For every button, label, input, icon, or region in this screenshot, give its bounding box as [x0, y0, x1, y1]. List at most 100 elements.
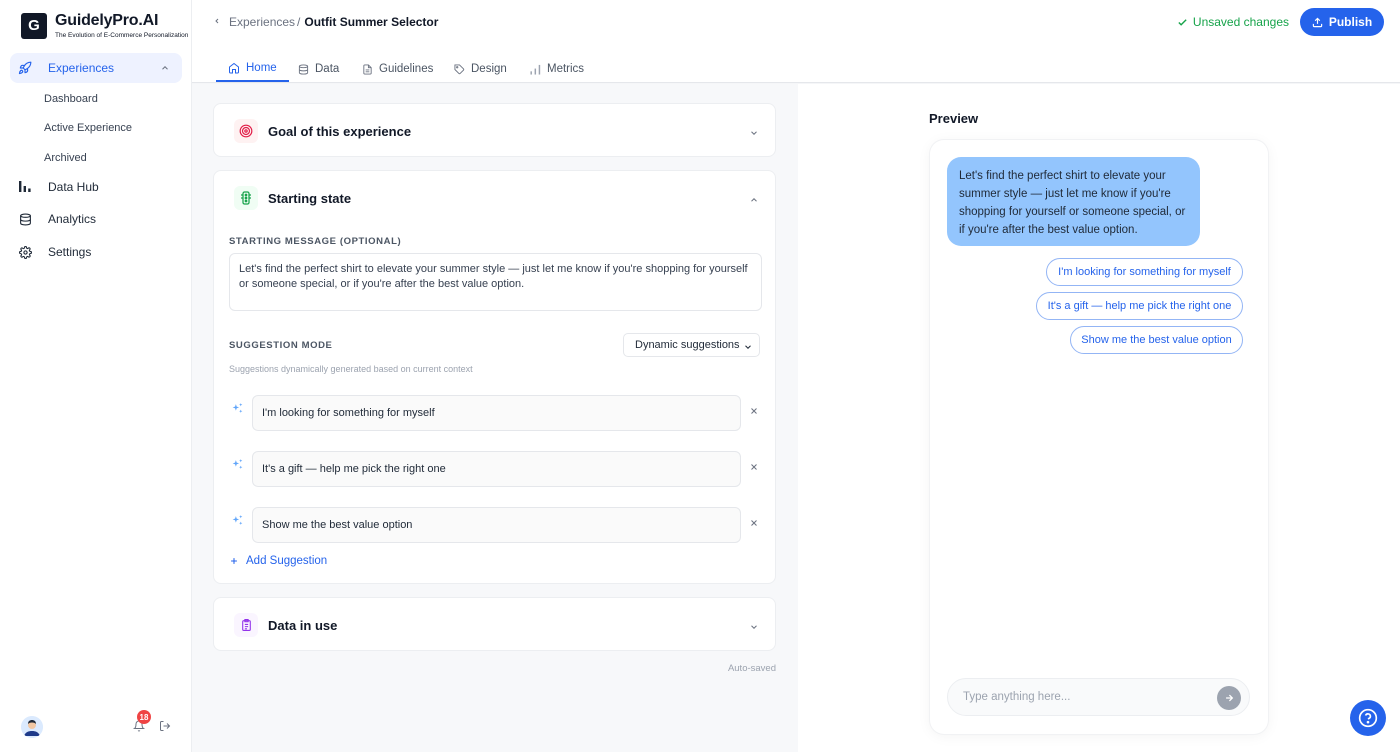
suggestion-chip[interactable]: I'm looking for something for myself — [1046, 258, 1243, 286]
tab-bar: Home Data Guidelines Design Metrics — [192, 44, 1400, 83]
sparkle-icon — [231, 514, 244, 530]
section-title: Goal of this experience — [268, 123, 412, 139]
tab-label: Design — [471, 63, 507, 75]
save-status-text: Unsaved changes — [1192, 15, 1289, 29]
breadcrumb-parent[interactable]: Experiences — [229, 15, 295, 29]
sidebar-item-label: Data Hub — [48, 180, 99, 194]
bar-chart-icon — [18, 180, 32, 194]
suggestion-input[interactable]: Show me the best value option — [252, 507, 741, 543]
page-title: Outfit Summer Selector — [304, 15, 439, 29]
upload-icon — [1312, 17, 1323, 27]
suggestion-input[interactable]: It's a gift — help me pick the right one — [252, 451, 741, 487]
starting-message-label: STARTING MESSAGE (OPTIONAL) — [229, 236, 402, 247]
sidebar-item-experiences[interactable]: Experiences — [10, 53, 182, 83]
chevron-down-icon[interactable] — [749, 126, 759, 141]
publish-button[interactable]: Publish — [1300, 8, 1384, 36]
brand[interactable]: G GuidelyPro.AI The Evolution of E-Comme… — [21, 12, 188, 39]
suggestion-row: I'm looking for something for myself — [229, 395, 769, 431]
avatar[interactable] — [21, 716, 43, 738]
bot-message: Let's find the perfect shirt to elevate … — [947, 157, 1200, 246]
sparkle-icon — [231, 458, 244, 474]
sidebar: G GuidelyPro.AI The Evolution of E-Comme… — [0, 0, 192, 752]
notification-badge: 18 — [137, 710, 151, 724]
tab-metrics[interactable]: Metrics — [530, 56, 584, 82]
publish-label: Publish — [1328, 15, 1373, 29]
brand-tagline: The Evolution of E-Commerce Personalizat… — [55, 32, 189, 39]
document-icon — [363, 63, 372, 75]
tab-design[interactable]: Design — [454, 56, 507, 82]
suggestion-row: Show me the best value option — [229, 507, 769, 543]
chevron-up-icon[interactable] — [160, 62, 170, 76]
sparkle-icon — [231, 402, 244, 418]
close-icon[interactable] — [749, 460, 759, 475]
tab-home[interactable]: Home — [216, 56, 289, 82]
bar-chart-icon — [530, 64, 541, 75]
tab-label: Data — [315, 63, 340, 75]
add-suggestion-label: Add Suggestion — [246, 555, 328, 567]
send-button[interactable] — [1217, 686, 1241, 710]
sidebar-subitem-dashboard[interactable]: Dashboard — [44, 93, 98, 105]
suggestion-chip[interactable]: Show me the best value option — [1070, 326, 1243, 354]
preview-title: Preview — [929, 111, 979, 126]
tab-guidelines[interactable]: Guidelines — [362, 56, 433, 82]
sidebar-item-data-hub[interactable]: Data Hub — [10, 172, 182, 202]
section-starting-state: Starting state STARTING MESSAGE (OPTIONA… — [213, 170, 776, 584]
chevron-left-icon[interactable] — [213, 15, 221, 29]
gear-icon — [18, 245, 32, 259]
sidebar-subitem-archived[interactable]: Archived — [44, 152, 87, 164]
tab-label: Home — [246, 62, 277, 74]
editor-panel: Goal of this experience Starting state S… — [192, 84, 798, 752]
close-icon[interactable] — [749, 404, 759, 419]
tab-data[interactable]: Data — [298, 56, 339, 82]
section-goal[interactable]: Goal of this experience — [213, 103, 776, 157]
rocket-icon — [18, 61, 32, 75]
close-icon[interactable] — [749, 516, 759, 531]
preview-panel: Preview Let's find the perfect shirt to … — [798, 84, 1400, 752]
clipboard-icon — [234, 613, 258, 637]
suggestion-chip[interactable]: It's a gift — help me pick the right one — [1036, 292, 1243, 320]
breadcrumb: Experiences / Outfit Summer Selector — [213, 15, 438, 29]
add-suggestion-button[interactable]: Add Suggestion — [229, 555, 327, 567]
tab-label: Guidelines — [379, 63, 434, 75]
chat-preview: Let's find the perfect shirt to elevate … — [930, 140, 1268, 734]
chevron-down-icon — [745, 345, 751, 349]
top-bar: Experiences / Outfit Summer Selector Uns… — [192, 0, 1400, 44]
plus-icon — [231, 558, 237, 564]
sidebar-item-label: Experiences — [48, 61, 115, 75]
suggestion-mode-hint: Suggestions dynamically generated based … — [229, 364, 473, 374]
chevron-down-icon[interactable] — [749, 620, 759, 635]
logo: G — [21, 12, 47, 39]
breadcrumb-separator: / — [297, 15, 301, 29]
target-icon — [234, 119, 258, 143]
suggestion-mode-select[interactable]: Dynamic suggestions — [623, 333, 760, 357]
tab-label: Metrics — [547, 63, 585, 75]
logout-icon[interactable] — [159, 720, 171, 735]
chat-input-placeholder: Type anything here... — [963, 691, 1071, 703]
save-status: Unsaved changes — [1177, 15, 1289, 29]
section-data-in-use[interactable]: Data in use — [213, 597, 776, 651]
starting-message-input[interactable]: Let's find the perfect shirt to elevate … — [229, 253, 762, 311]
section-header[interactable]: Starting state — [214, 171, 775, 225]
sidebar-item-settings[interactable]: Settings — [10, 237, 182, 267]
sidebar-item-analytics[interactable]: Analytics — [10, 204, 182, 234]
chat-input[interactable]: Type anything here... — [947, 678, 1250, 716]
question-icon — [1358, 708, 1378, 728]
check-icon — [1178, 18, 1187, 26]
database-icon — [298, 63, 309, 75]
home-icon — [229, 62, 239, 74]
suggestion-input[interactable]: I'm looking for something for myself — [252, 395, 741, 431]
brand-name: GuidelyPro.AI — [55, 12, 159, 29]
autosave-status: Auto-saved — [727, 663, 776, 674]
help-button[interactable] — [1350, 700, 1386, 736]
sidebar-subitem-active-experience[interactable]: Active Experience — [44, 122, 132, 134]
section-title: Starting state — [268, 190, 352, 206]
tag-icon — [454, 63, 465, 74]
traffic-light-icon — [234, 186, 258, 210]
suggestion-row: It's a gift — help me pick the right one — [229, 451, 769, 487]
suggestion-mode-label: SUGGESTION MODE — [229, 340, 333, 351]
sidebar-item-label: Settings — [48, 245, 92, 259]
arrow-right-icon — [1226, 694, 1234, 702]
chevron-up-icon[interactable] — [749, 193, 759, 208]
database-icon — [18, 212, 32, 226]
section-title: Data in use — [268, 617, 338, 633]
